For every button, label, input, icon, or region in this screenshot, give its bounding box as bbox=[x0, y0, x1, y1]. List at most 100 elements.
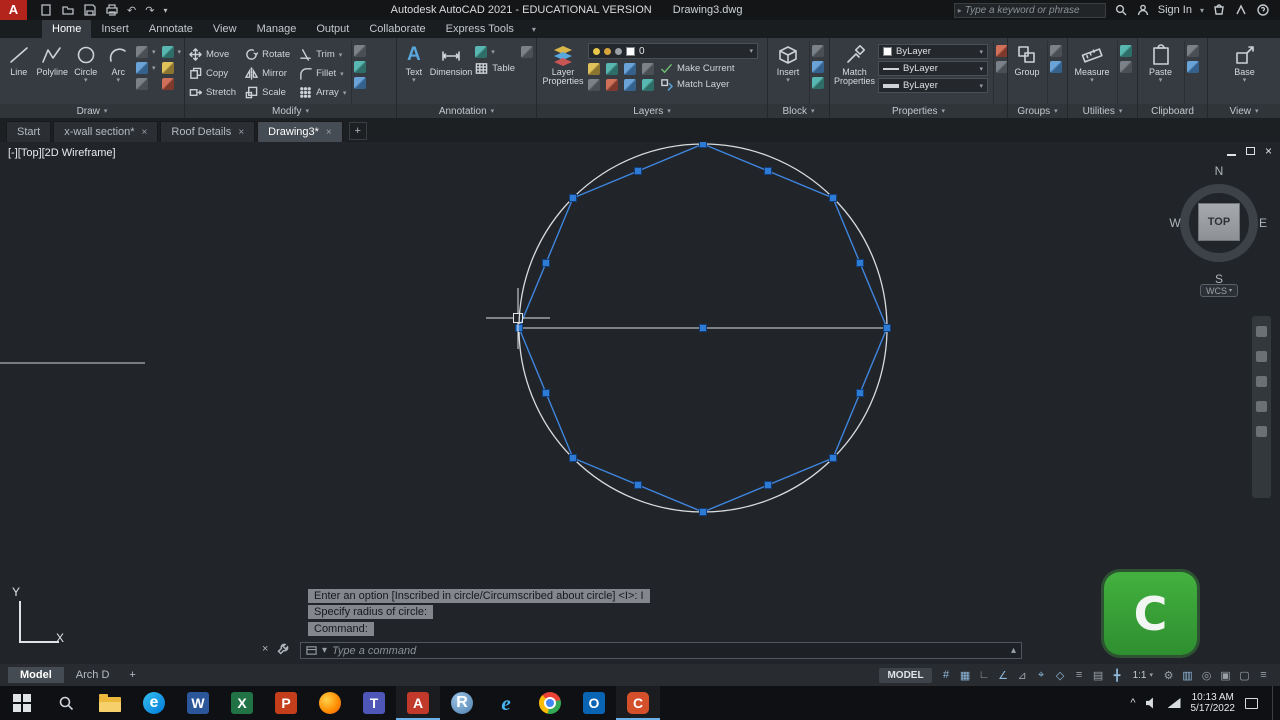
showmotion-icon[interactable] bbox=[1256, 426, 1267, 437]
taskbar-search-button[interactable] bbox=[44, 686, 88, 720]
close-tab-icon[interactable]: × bbox=[142, 127, 148, 138]
new-drawing-tab-button[interactable]: + bbox=[348, 122, 367, 140]
ucs-dropdown[interactable]: WCS ▾ bbox=[1200, 284, 1238, 297]
speaker-icon[interactable] bbox=[1145, 697, 1153, 709]
color-wheel-button[interactable] bbox=[996, 45, 1007, 57]
tab-manage[interactable]: Manage bbox=[247, 20, 307, 38]
taskbar-internet-explorer[interactable]: e bbox=[484, 686, 528, 720]
annotation-monitor-toggle[interactable]: ◎ bbox=[1198, 667, 1215, 684]
lineweight-toggle[interactable]: ≡ bbox=[1071, 667, 1088, 684]
tab-insert[interactable]: Insert bbox=[91, 20, 139, 38]
save-icon[interactable] bbox=[83, 4, 96, 17]
layer-lock-icon[interactable] bbox=[615, 47, 622, 55]
autodesk-account-icon[interactable] bbox=[1234, 3, 1248, 17]
redo-icon[interactable]: ↷ bbox=[145, 4, 154, 17]
taskbar-autocad[interactable]: A bbox=[396, 686, 440, 720]
taskbar-clock[interactable]: 10:13 AM 5/17/2022 bbox=[1191, 692, 1236, 714]
base-dropdown-icon[interactable]: ▾ bbox=[1243, 77, 1247, 84]
trim-button[interactable]: Trim ▾ bbox=[299, 45, 346, 64]
zoom-icon[interactable] bbox=[1256, 376, 1267, 387]
drawing-canvas[interactable]: [-][Top][2D Wireframe] × N W E S TOP WCS… bbox=[0, 142, 1280, 664]
annotation-scale-control[interactable]: 1:1 ▾ bbox=[1128, 670, 1158, 681]
layer-merge-button[interactable] bbox=[642, 78, 654, 91]
file-tab-roof-details[interactable]: Roof Details × bbox=[160, 121, 256, 142]
object-color-dropdown[interactable]: ByLayer ▾ bbox=[878, 44, 989, 59]
tab-home[interactable]: Home bbox=[42, 20, 92, 38]
open-file-icon[interactable] bbox=[61, 4, 74, 17]
circle-button[interactable]: Circle ▾ bbox=[71, 41, 100, 104]
lock-ui-button[interactable]: ▣ bbox=[1217, 667, 1234, 684]
base-button[interactable]: Base ▾ bbox=[1226, 41, 1263, 104]
cut-button[interactable] bbox=[1187, 45, 1199, 57]
grip[interactable] bbox=[856, 259, 864, 267]
viewcube-north[interactable]: N bbox=[1212, 164, 1226, 178]
lineweight-dropdown[interactable]: ByLayer ▾ bbox=[878, 78, 989, 93]
polyline-button[interactable]: Polyline bbox=[36, 41, 68, 104]
properties-panel-label[interactable]: Properties ▾ bbox=[830, 104, 1007, 118]
app-store-icon[interactable] bbox=[1212, 3, 1226, 17]
layer-on-icon[interactable] bbox=[593, 47, 600, 55]
rectangle-tool-button[interactable]: ▾ bbox=[135, 46, 156, 58]
hatch-tool-button[interactable]: ▾ bbox=[135, 62, 156, 74]
sign-in-button[interactable]: Sign In bbox=[1158, 4, 1192, 16]
action-center-icon[interactable] bbox=[1245, 697, 1258, 709]
network-icon[interactable] bbox=[1167, 698, 1181, 708]
grip[interactable] bbox=[883, 324, 891, 332]
tab-annotate[interactable]: Annotate bbox=[139, 20, 203, 38]
taskbar-firefox[interactable] bbox=[308, 686, 352, 720]
grip[interactable] bbox=[634, 167, 642, 175]
groups-panel-label[interactable]: Groups ▾ bbox=[1008, 104, 1067, 118]
viewport-controls[interactable]: [-][Top][2D Wireframe] bbox=[8, 147, 116, 159]
close-icon[interactable]: × bbox=[1265, 145, 1272, 157]
file-tab-drawing3[interactable]: Drawing3* × bbox=[257, 121, 343, 142]
command-recent-icon[interactable] bbox=[306, 645, 317, 656]
snap-toggle[interactable]: ▦ bbox=[957, 667, 974, 684]
undo-icon[interactable]: ↶ bbox=[127, 4, 136, 17]
rotate-button[interactable]: Rotate bbox=[245, 45, 290, 64]
utilities-panel-label[interactable]: Utilities ▾ bbox=[1068, 104, 1137, 118]
id-point-button[interactable] bbox=[1120, 61, 1132, 73]
search-icon[interactable] bbox=[1114, 3, 1128, 17]
move-button[interactable]: Move bbox=[189, 45, 236, 64]
taskbar-word[interactable]: W bbox=[176, 686, 220, 720]
workspace-switching-button[interactable]: ⚙ bbox=[1160, 667, 1177, 684]
array-button[interactable]: Array ▾ bbox=[299, 83, 346, 102]
match-properties-button[interactable]: Match Properties bbox=[834, 41, 875, 104]
grip[interactable] bbox=[764, 481, 772, 489]
layers-panel-label[interactable]: Layers ▾ bbox=[537, 104, 767, 118]
qat-customize-icon[interactable]: ▾ bbox=[163, 6, 167, 15]
gradient-tool-button[interactable] bbox=[161, 62, 182, 74]
help-icon[interactable] bbox=[1256, 3, 1270, 17]
tab-view[interactable]: View bbox=[203, 20, 247, 38]
grip[interactable] bbox=[515, 324, 523, 332]
command-line[interactable]: ▾ ▴ bbox=[300, 642, 1022, 659]
taskbar-rstudio[interactable]: R bbox=[440, 686, 484, 720]
clean-screen-button[interactable]: ▢ bbox=[1236, 667, 1253, 684]
modify-panel-label[interactable]: Modify ▾ bbox=[185, 104, 396, 118]
circle-dropdown-icon[interactable]: ▾ bbox=[84, 77, 88, 84]
view-panel-label[interactable]: View ▾ bbox=[1208, 104, 1280, 118]
layer-properties-button[interactable]: Layer Properties bbox=[541, 41, 585, 104]
annotation-visibility-toggle[interactable]: ▥ bbox=[1179, 667, 1196, 684]
mirror-button[interactable]: Mirror bbox=[245, 64, 290, 83]
viewcube-east[interactable]: E bbox=[1256, 216, 1270, 230]
start-button[interactable] bbox=[0, 686, 44, 720]
polar-tracking-toggle[interactable]: ∠ bbox=[995, 667, 1012, 684]
command-caret-icon[interactable]: ▾ bbox=[322, 645, 327, 656]
grip[interactable] bbox=[856, 389, 864, 397]
transparency-toggle[interactable]: ▤ bbox=[1090, 667, 1107, 684]
ortho-toggle[interactable]: ∟ bbox=[976, 667, 993, 684]
grip[interactable] bbox=[634, 481, 642, 489]
region-tool-button[interactable] bbox=[161, 78, 182, 90]
object-snap-toggle[interactable]: ◇ bbox=[1052, 667, 1069, 684]
create-block-button[interactable] bbox=[812, 45, 824, 57]
full-navigation-wheel-icon[interactable] bbox=[1256, 326, 1267, 337]
viewcube-top-face[interactable]: TOP bbox=[1198, 203, 1240, 241]
block-panel-label[interactable]: Block ▾ bbox=[768, 104, 829, 118]
file-tab-xwall-section[interactable]: x-wall section* × bbox=[53, 121, 159, 142]
grip[interactable] bbox=[829, 454, 837, 462]
grid-toggle[interactable]: # bbox=[938, 667, 955, 684]
arc-dropdown-icon[interactable]: ▾ bbox=[116, 77, 120, 84]
close-tab-icon[interactable]: × bbox=[326, 127, 332, 138]
layer-off-button[interactable] bbox=[642, 62, 654, 75]
